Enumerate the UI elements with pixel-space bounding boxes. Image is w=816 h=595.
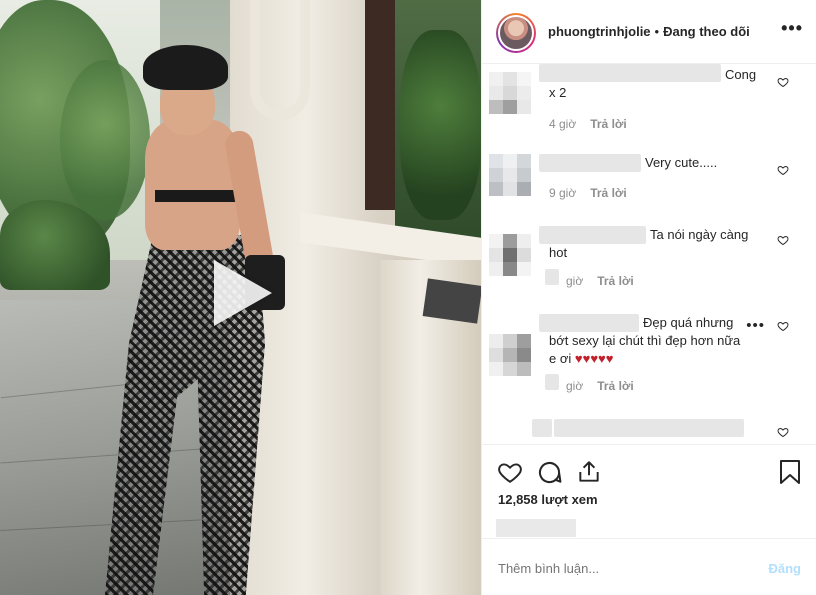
- blurred-time-digit: [545, 374, 559, 390]
- reply-button[interactable]: Trả lời: [597, 379, 634, 393]
- comment-text-line: e ơi ♥♥♥♥♥: [549, 350, 613, 368]
- commenter-avatar-pixelated[interactable]: [489, 154, 531, 196]
- username-link[interactable]: phuongtrinhjolie: [548, 24, 651, 39]
- comment-meta: giờ Trả lời: [566, 379, 634, 393]
- bookmark-icon[interactable]: [778, 459, 802, 485]
- commenter-avatar-pixelated[interactable]: [489, 72, 531, 114]
- blurred-post-date: [496, 519, 576, 537]
- black-hat: [143, 45, 228, 90]
- story-ring[interactable]: [496, 13, 536, 53]
- reply-button[interactable]: Trả lời: [597, 274, 634, 288]
- commenter-avatar-pixelated[interactable]: [489, 234, 531, 276]
- blurred-username: [539, 314, 639, 332]
- post-video[interactable]: [0, 0, 481, 595]
- avatar[interactable]: [498, 15, 534, 51]
- comment-input[interactable]: [498, 561, 748, 576]
- comment-time: giờ: [566, 274, 584, 288]
- blurred-avatar: [532, 419, 552, 437]
- comment-list[interactable]: Cong x 2 4 giờ Trả lời Very cute..... 9 …: [482, 64, 816, 444]
- comment-icon[interactable]: [536, 459, 563, 486]
- heart-emojis: ♥♥♥♥♥: [574, 351, 614, 366]
- reply-button[interactable]: Trả lời: [590, 186, 627, 200]
- comment-text: Đẹp quá nhưng: [643, 315, 734, 330]
- post-comment-button[interactable]: Đăng: [769, 561, 802, 576]
- more-icon[interactable]: •••: [781, 18, 803, 39]
- blurred-comment: [554, 419, 744, 437]
- blurred-username: [539, 226, 646, 244]
- instagram-post: phuongtrinhjolie • Đang theo dõi ••• Con…: [0, 0, 816, 595]
- comment-text: Ta nói ngày càng: [650, 227, 749, 242]
- comment-text: x 2: [549, 85, 567, 100]
- comment-text: bớt sexy lại chút thì đẹp hơn nữa: [549, 333, 741, 348]
- heart-outline-icon[interactable]: [496, 459, 524, 485]
- comment-text: hot: [549, 245, 568, 260]
- follow-status-button[interactable]: Đang theo dõi: [663, 24, 750, 39]
- heart-outline-icon[interactable]: [777, 426, 789, 438]
- heart-outline-icon[interactable]: [777, 76, 789, 88]
- post-header: phuongtrinhjolie • Đang theo dõi •••: [482, 0, 816, 64]
- header-user-line: phuongtrinhjolie • Đang theo dõi: [548, 24, 750, 39]
- comment-meta: 4 giờ Trả lời: [549, 117, 627, 131]
- comment-item: Ta nói ngày càng hot giờ Trả lời: [482, 224, 816, 314]
- heart-outline-icon[interactable]: [777, 320, 789, 332]
- comment-time: 9 giờ: [549, 186, 577, 200]
- play-icon[interactable]: [210, 260, 276, 326]
- comment-text: e ơi: [549, 351, 572, 366]
- bikini-top: [155, 190, 240, 202]
- comment-more-icon[interactable]: •••: [746, 317, 765, 334]
- heart-outline-icon[interactable]: [777, 234, 789, 246]
- heart-outline-icon[interactable]: [777, 164, 789, 176]
- comment-item: Đẹp quá nhưng bớt sexy lại chút thì đẹp …: [482, 312, 816, 412]
- comment-item: [482, 414, 816, 444]
- comment-item: Very cute..... 9 giờ Trả lời: [482, 152, 816, 230]
- comment-text: Cong: [725, 67, 757, 82]
- potted-plant: [400, 30, 481, 220]
- wall-sign: [422, 278, 481, 324]
- view-count[interactable]: 12,858 lượt xem: [498, 492, 598, 507]
- blurred-time-digit: [545, 269, 559, 285]
- comment-time: 4 giờ: [549, 117, 577, 131]
- comment-item: Cong x 2 4 giờ Trả lời: [482, 64, 816, 149]
- separator-dot: •: [654, 24, 660, 39]
- add-comment-bar: Đăng: [482, 538, 816, 595]
- share-icon[interactable]: [576, 459, 602, 485]
- comment-meta: 9 giờ Trả lời: [549, 186, 627, 200]
- post-sidebar: phuongtrinhjolie • Đang theo dõi ••• Con…: [481, 0, 816, 595]
- blurred-username: [539, 154, 641, 172]
- comment-text: Very cute.....: [645, 155, 718, 170]
- blurred-username: [539, 64, 721, 82]
- commenter-avatar-pixelated[interactable]: [489, 334, 531, 376]
- comment-meta: giờ Trả lời: [566, 274, 634, 288]
- comment-time: giờ: [566, 379, 584, 393]
- reply-button[interactable]: Trả lời: [590, 117, 627, 131]
